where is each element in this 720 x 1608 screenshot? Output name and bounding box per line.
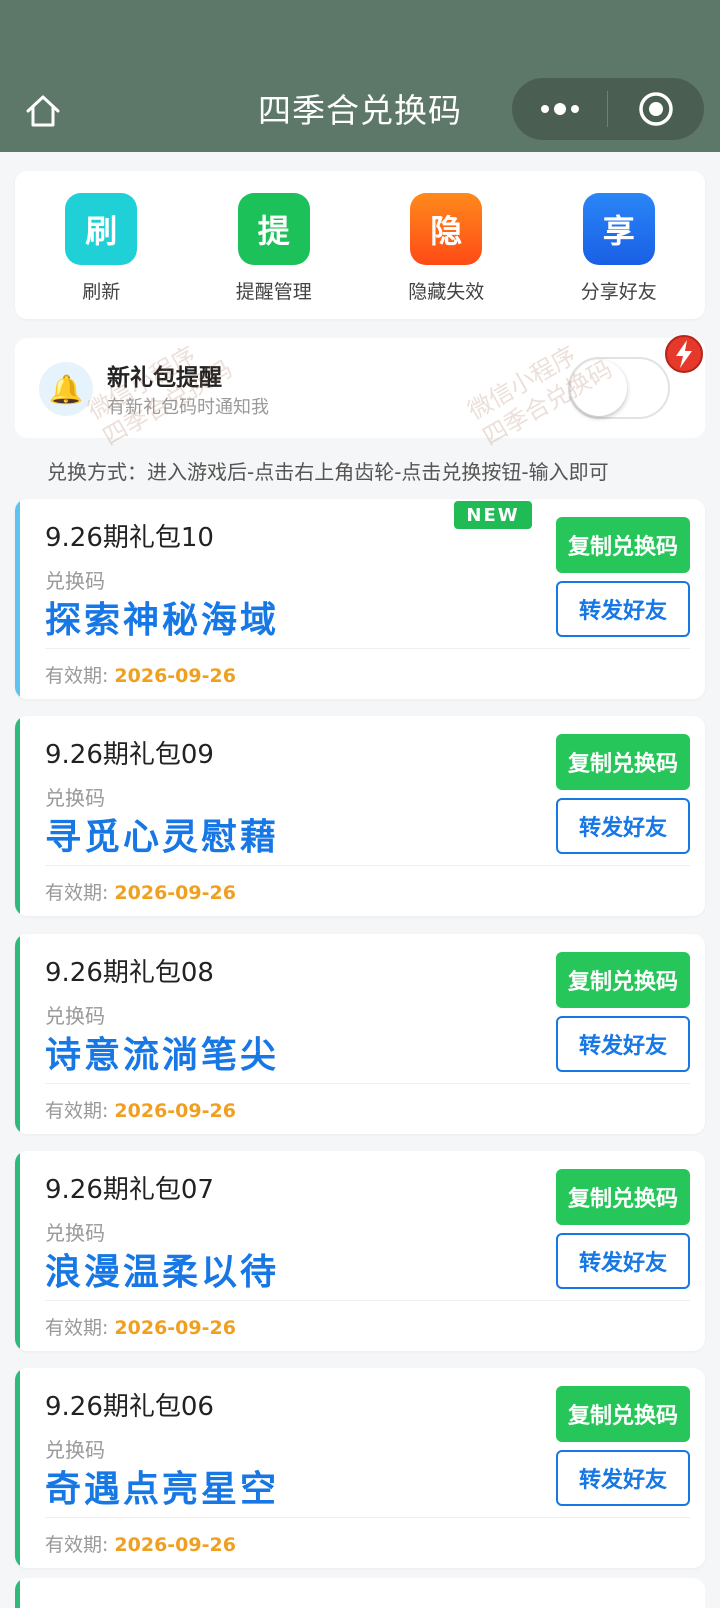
share-label: 分享好友 — [580, 281, 657, 303]
reminder-icon: 提 — [237, 193, 310, 265]
miniprogram-capsule — [512, 78, 704, 140]
gift-name: 9.26期礼包07 — [45, 1175, 214, 1205]
valid-label: 有效期: — [45, 1100, 109, 1122]
card-divider — [45, 865, 690, 866]
target-icon — [638, 92, 673, 126]
code-label: 兑换码 — [45, 1438, 105, 1462]
gift-name: 9.26期礼包08 — [45, 958, 214, 988]
new-badge: NEW — [454, 501, 532, 529]
bell-icon: 🔔 — [39, 362, 93, 416]
close-miniprogram-button[interactable] — [608, 78, 703, 140]
refresh-icon: 刷 — [65, 193, 138, 265]
gift-card: 9.26期礼包10 兑换码 探索神秘海域 有效期: 2026-09-26 复制兑换… — [15, 499, 705, 699]
gift-card: 9.26期礼包08 兑换码 诗意流淌笔尖 有效期: 2026-09-26 复制兑换… — [15, 934, 705, 1134]
gift-code: 诗意流淌笔尖 — [45, 1035, 280, 1076]
reminder-manage-action[interactable]: 提 提醒管理 — [189, 171, 359, 319]
valid-date: 2026-09-26 — [114, 1100, 236, 1122]
card-divider — [45, 648, 690, 649]
lightning-badge-icon[interactable] — [664, 334, 704, 374]
valid-row: 有效期: 2026-09-26 — [45, 1313, 236, 1340]
code-label: 兑换码 — [45, 1004, 105, 1028]
quick-actions: 刷 刷新 提 提醒管理 隐 隐藏失效 享 分享好友 — [15, 171, 705, 319]
gift-code: 浪漫温柔以待 — [45, 1252, 280, 1293]
copy-code-button[interactable]: 复制兑换码 — [556, 952, 690, 1008]
gift-name: 9.26期礼包10 — [45, 523, 214, 553]
gift-name: 9.26期礼包09 — [45, 740, 214, 770]
hide-icon: 隐 — [410, 193, 483, 265]
gift-card: 9.26期礼包07 兑换码 浪漫温柔以待 有效期: 2026-09-26 复制兑换… — [15, 1151, 705, 1351]
valid-date: 2026-09-26 — [114, 665, 236, 687]
valid-label: 有效期: — [45, 1534, 109, 1556]
gift-name: 9.26期礼包06 — [45, 1392, 214, 1422]
card-accent-bar — [15, 1368, 20, 1568]
forward-button[interactable]: 转发好友 — [556, 798, 690, 854]
card-accent-bar — [15, 1151, 20, 1351]
new-gift-reminder: 🔔 新礼包提醒 有新礼包码时通知我 — [15, 338, 705, 438]
code-label: 兑换码 — [45, 569, 105, 593]
more-button[interactable] — [512, 78, 607, 140]
hide-expired-action[interactable]: 隐 隐藏失效 — [361, 171, 531, 319]
forward-button[interactable]: 转发好友 — [556, 1233, 690, 1289]
copy-code-button[interactable]: 复制兑换码 — [556, 1386, 690, 1442]
card-divider — [45, 1300, 690, 1301]
forward-button[interactable]: 转发好友 — [556, 1016, 690, 1072]
toggle-knob — [571, 360, 627, 416]
refresh-action[interactable]: 刷 刷新 — [16, 171, 186, 319]
valid-row: 有效期: 2026-09-26 — [45, 1096, 236, 1123]
valid-row: 有效期: 2026-09-26 — [45, 1530, 236, 1557]
reminder-title: 新礼包提醒 — [107, 365, 222, 391]
card-accent-bar — [15, 1578, 20, 1608]
valid-date: 2026-09-26 — [114, 882, 236, 904]
forward-button[interactable]: 转发好友 — [556, 581, 690, 637]
card-accent-bar — [15, 934, 20, 1134]
gift-card: 9.26期礼包06 兑换码 奇遇点亮星空 有效期: 2026-09-26 复制兑换… — [15, 1368, 705, 1568]
valid-label: 有效期: — [45, 665, 109, 687]
gift-code: 寻觅心灵慰藉 — [45, 817, 280, 858]
valid-date: 2026-09-26 — [114, 1317, 236, 1339]
more-dots-icon — [540, 103, 579, 115]
share-icon: 享 — [582, 193, 655, 265]
copy-code-button[interactable]: 复制兑换码 — [556, 734, 690, 790]
gift-code: 探索神秘海域 — [45, 600, 280, 641]
card-divider — [45, 1083, 690, 1084]
card-accent-bar — [15, 716, 20, 916]
share-action[interactable]: 享 分享好友 — [534, 171, 704, 319]
card-divider — [45, 1517, 690, 1518]
copy-code-button[interactable]: 复制兑换码 — [556, 1169, 690, 1225]
redeem-instructions: 兑换方式：进入游戏后-点击右上角齿轮-点击兑换按钮-输入即可 — [47, 460, 609, 484]
reminder-subtitle: 有新礼包码时通知我 — [107, 397, 269, 418]
nav-header: 四季合兑换码 — [0, 0, 720, 152]
forward-button[interactable]: 转发好友 — [556, 1450, 690, 1506]
valid-label: 有效期: — [45, 882, 109, 904]
reminder-manage-label: 提醒管理 — [235, 281, 312, 303]
gift-code: 奇遇点亮星空 — [45, 1469, 280, 1510]
valid-date: 2026-09-26 — [114, 1534, 236, 1556]
code-label: 兑换码 — [45, 786, 105, 810]
valid-label: 有效期: — [45, 1317, 109, 1339]
hide-expired-label: 隐藏失效 — [408, 281, 485, 303]
copy-code-button[interactable]: 复制兑换码 — [556, 517, 690, 573]
card-accent-bar — [15, 499, 20, 699]
refresh-label: 刷新 — [82, 281, 121, 303]
gift-card-partial — [15, 1578, 705, 1608]
gift-card: 9.26期礼包09 兑换码 寻觅心灵慰藉 有效期: 2026-09-26 复制兑换… — [15, 716, 705, 916]
valid-row: 有效期: 2026-09-26 — [45, 661, 236, 688]
reminder-toggle[interactable] — [568, 357, 670, 419]
code-label: 兑换码 — [45, 1221, 105, 1245]
valid-row: 有效期: 2026-09-26 — [45, 878, 236, 905]
